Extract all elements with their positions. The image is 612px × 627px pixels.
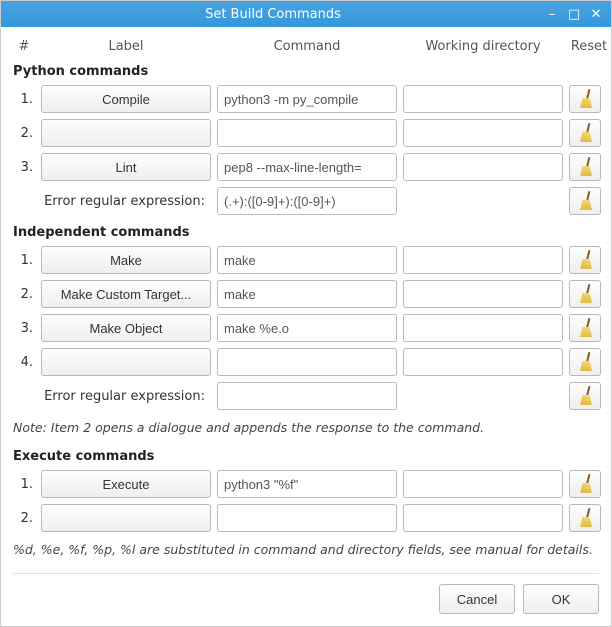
wd-input[interactable] [403,470,563,498]
label-button-make[interactable]: Make [41,246,211,274]
section-independent-title: Independent commands [13,221,599,246]
reset-button[interactable] [569,504,601,532]
wd-input[interactable] [403,119,563,147]
wd-input[interactable] [403,314,563,342]
label-button-empty[interactable] [41,119,211,147]
independent-row-3: 3. Make Object [13,314,599,342]
label-button-execute[interactable]: Execute [41,470,211,498]
label-button-make-object[interactable]: Make Object [41,314,211,342]
row-number: 4. [13,355,35,370]
section-execute-title: Execute commands [13,445,599,470]
independent-row-2: 2. Make Custom Target... [13,280,599,308]
note-independent: Note: Item 2 opens a dialogue and append… [13,416,599,445]
label-button-empty[interactable] [41,348,211,376]
reset-button[interactable] [569,187,601,215]
broom-icon [577,318,593,338]
maximize-icon[interactable]: □ [565,5,583,23]
label-button-compile[interactable]: Compile [41,85,211,113]
column-headers: # Label Command Working directory Reset [13,35,599,60]
python-row-2: 2. [13,119,599,147]
command-input[interactable] [217,504,397,532]
wd-input[interactable] [403,85,563,113]
python-row-3: 3. Lint [13,153,599,181]
wd-input[interactable] [403,280,563,308]
broom-icon [577,284,593,304]
header-num: # [13,39,35,54]
reset-button[interactable] [569,246,601,274]
row-number: 2. [13,126,35,141]
broom-icon [577,157,593,177]
minimize-icon[interactable]: – [543,5,561,23]
reset-button[interactable] [569,280,601,308]
wd-input[interactable] [403,348,563,376]
dialog-window: Set Build Commands – □ ✕ # Label Command… [0,0,612,627]
command-input[interactable] [217,119,397,147]
note-execute: %d, %e, %f, %p, %l are substituted in co… [13,538,599,567]
title-bar: Set Build Commands – □ ✕ [1,1,611,27]
close-icon[interactable]: ✕ [587,5,605,23]
wd-input[interactable] [403,246,563,274]
broom-icon [577,508,593,528]
reset-button[interactable] [569,119,601,147]
broom-icon [577,89,593,109]
wd-input[interactable] [403,504,563,532]
reset-button[interactable] [569,314,601,342]
regex-label: Error regular expression: [13,194,211,209]
command-input[interactable] [217,348,397,376]
broom-icon [577,386,593,406]
row-number: 3. [13,160,35,175]
independent-regex-row: Error regular expression: [13,382,599,410]
label-button-make-custom[interactable]: Make Custom Target... [41,280,211,308]
header-wd: Working directory [403,39,563,54]
regex-input[interactable] [217,187,397,215]
independent-row-1: 1. Make [13,246,599,274]
dialog-button-bar: Cancel OK [13,573,599,614]
command-input[interactable] [217,153,397,181]
row-number: 2. [13,511,35,526]
row-number: 2. [13,287,35,302]
broom-icon [577,474,593,494]
cancel-button[interactable]: Cancel [439,584,515,614]
row-number: 1. [13,477,35,492]
label-button-lint[interactable]: Lint [41,153,211,181]
window-title: Set Build Commands [7,7,539,22]
header-command: Command [217,39,397,54]
broom-icon [577,250,593,270]
python-row-1: 1. Compile [13,85,599,113]
execute-row-1: 1. Execute [13,470,599,498]
execute-row-2: 2. [13,504,599,532]
command-input[interactable] [217,246,397,274]
row-number: 1. [13,253,35,268]
broom-icon [577,123,593,143]
wd-input[interactable] [403,153,563,181]
command-input[interactable] [217,470,397,498]
dialog-content: # Label Command Working directory Reset … [1,27,611,626]
row-number: 1. [13,92,35,107]
broom-icon [577,352,593,372]
reset-button[interactable] [569,470,601,498]
label-button-empty[interactable] [41,504,211,532]
header-reset: Reset [569,39,609,54]
broom-icon [577,191,593,211]
command-input[interactable] [217,314,397,342]
reset-button[interactable] [569,153,601,181]
command-input[interactable] [217,85,397,113]
reset-button[interactable] [569,382,601,410]
reset-button[interactable] [569,85,601,113]
reset-button[interactable] [569,348,601,376]
header-label: Label [41,39,211,54]
independent-row-4: 4. [13,348,599,376]
regex-label: Error regular expression: [13,389,211,404]
command-input[interactable] [217,280,397,308]
row-number: 3. [13,321,35,336]
section-python-title: Python commands [13,60,599,85]
regex-input[interactable] [217,382,397,410]
python-regex-row: Error regular expression: [13,187,599,215]
ok-button[interactable]: OK [523,584,599,614]
